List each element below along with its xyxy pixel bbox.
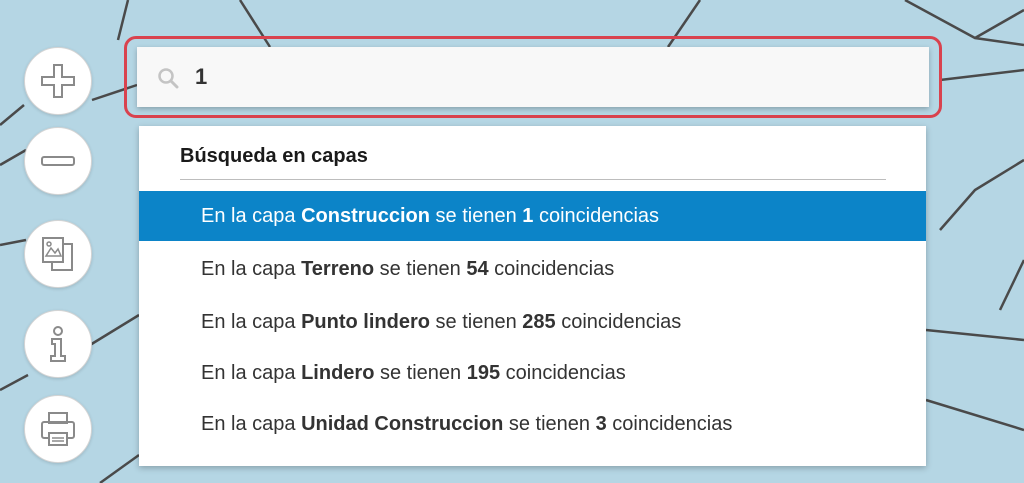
result-item[interactable]: En la capa Terreno se tienen 54 coincide… [139,244,926,294]
result-suffix: coincidencias [538,204,660,227]
result-item[interactable]: En la capa Punto lindero se tienen 285 c… [139,297,926,347]
result-middle: se tienen [379,361,462,384]
result-suffix: coincidencias [505,361,626,384]
printer-icon [41,412,75,446]
result-layer-name: Unidad Construccion [301,412,504,435]
search-input[interactable] [195,59,895,95]
result-count: 1 [522,204,534,227]
layers-icon [42,237,73,271]
result-count: 285 [522,310,556,333]
minus-icon [41,156,75,166]
results-heading: Búsqueda en capas [180,145,368,167]
search-box[interactable] [137,47,929,107]
result-suffix: coincidencias [494,257,615,280]
plus-icon [41,64,75,98]
result-item[interactable]: En la capa Construccion se tienen 1 coin… [139,191,926,241]
result-middle: se tienen [435,204,517,227]
result-middle: se tienen [508,412,591,435]
result-layer-name: Terreno [301,257,375,280]
result-layer-name: Punto lindero [301,310,430,333]
search-icon [158,68,179,89]
result-layer-name: Construccion [301,204,430,227]
search-results-panel: Búsqueda en capas En la capa Construccio… [139,126,926,466]
result-prefix: En la capa [201,257,296,280]
result-item[interactable]: En la capa Lindero se tienen 195 coincid… [139,348,926,398]
layers-button[interactable] [24,220,92,288]
zoom-out-button[interactable] [24,127,92,195]
result-middle: se tienen [435,310,517,333]
zoom-in-button[interactable] [24,47,92,115]
result-suffix: coincidencias [561,310,682,333]
result-count: 3 [595,412,607,435]
result-suffix: coincidencias [612,412,733,435]
info-button[interactable] [24,310,92,378]
result-count: 54 [466,257,489,280]
result-prefix: En la capa [201,310,296,333]
result-prefix: En la capa [201,412,296,435]
result-item[interactable]: En la capa Unidad Construccion se tienen… [139,399,926,449]
info-icon [50,326,66,362]
result-middle: se tienen [379,257,461,280]
result-prefix: En la capa [201,361,296,384]
result-layer-name: Lindero [301,361,375,384]
print-button[interactable] [24,395,92,463]
results-divider [180,179,886,180]
result-count: 195 [466,361,501,384]
result-prefix: En la capa [201,204,296,227]
